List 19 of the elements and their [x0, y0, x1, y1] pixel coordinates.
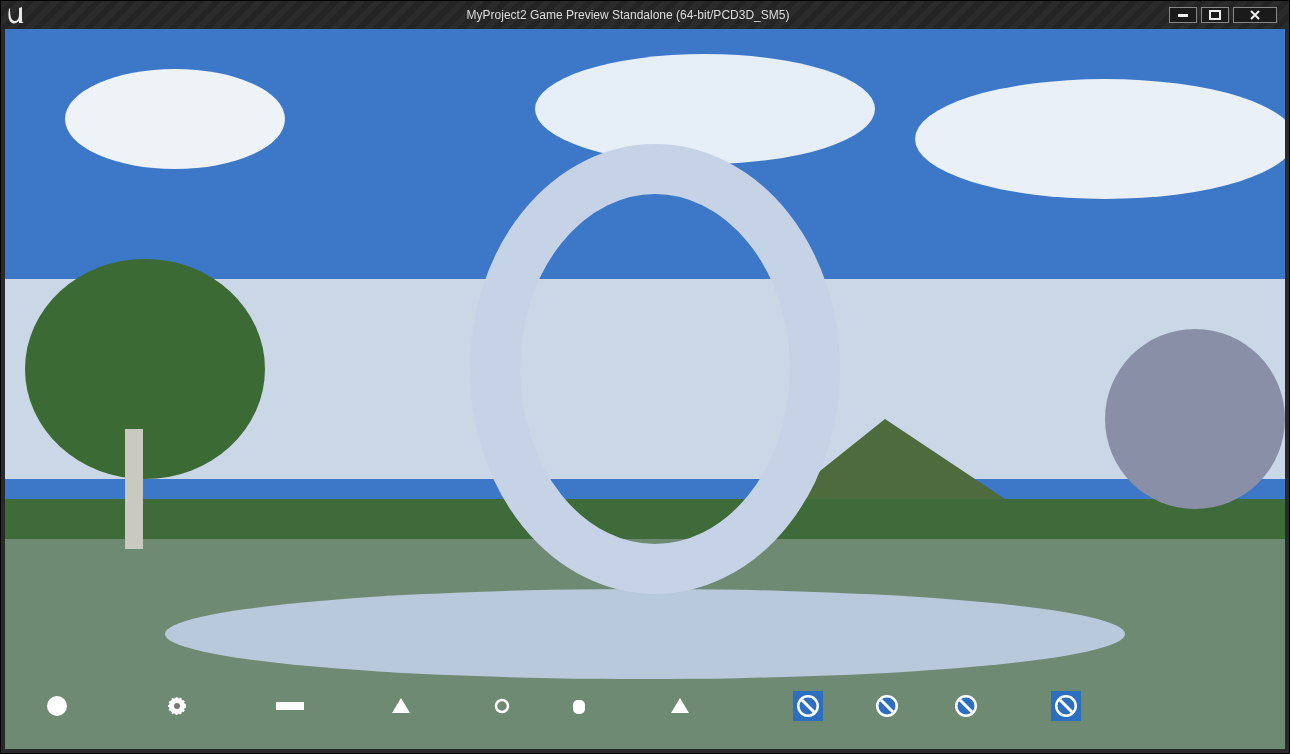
triangle-icon: [670, 696, 690, 716]
minimize-button[interactable]: [1169, 7, 1197, 23]
ring-icon: [494, 698, 510, 714]
no-entry-icon: [1054, 694, 1078, 718]
dot-icon: [46, 695, 68, 717]
maximize-button[interactable]: [1201, 7, 1229, 23]
maximize-icon: [1209, 10, 1221, 20]
hud-slot[interactable]: [793, 691, 823, 721]
hud-slot[interactable]: [1051, 691, 1081, 721]
bar-icon: [276, 702, 304, 710]
close-button[interactable]: [1233, 7, 1277, 23]
close-icon: [1250, 10, 1260, 20]
minimize-icon: [1178, 13, 1188, 17]
no-entry-icon: [954, 694, 978, 718]
triangle-icon: [391, 696, 411, 716]
gear-icon: [168, 697, 186, 715]
no-entry-icon: [875, 694, 899, 718]
window-title: MyProject2 Game Preview Standalone (64-bit/PCD3D_SM5): [465, 7, 791, 24]
no-entry-icon: [796, 694, 820, 718]
